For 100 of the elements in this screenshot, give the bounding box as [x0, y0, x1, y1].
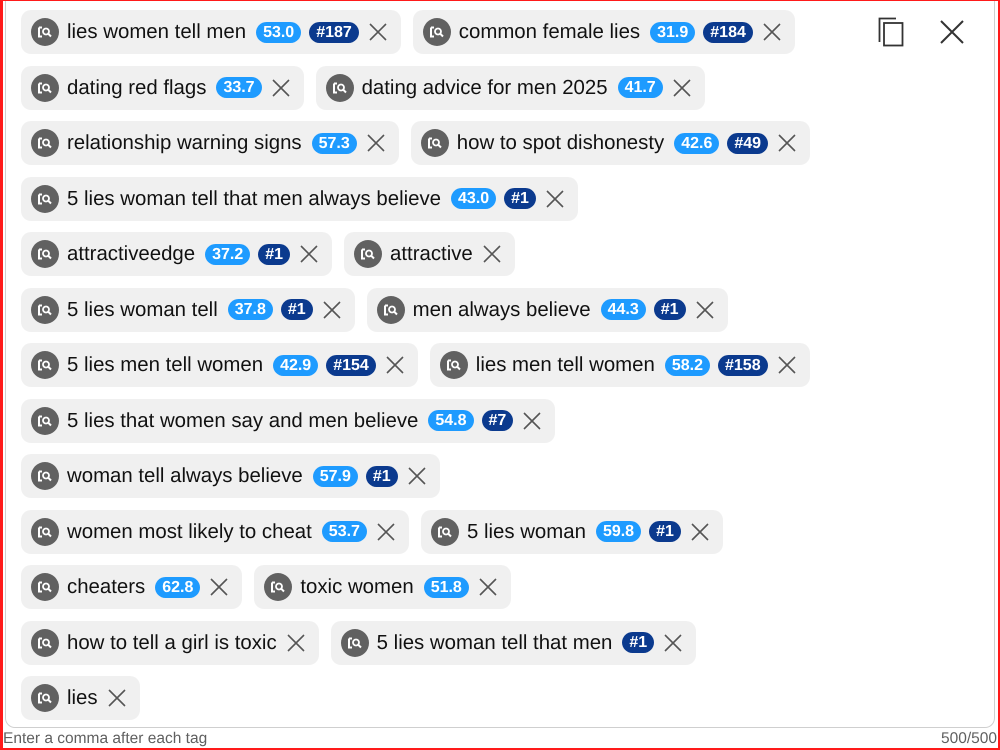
rank-badge: #1 — [366, 466, 398, 486]
score-badge: 54.8 — [428, 410, 474, 431]
rank-badge: #7 — [482, 410, 514, 431]
tag-label: 5 lies woman — [466, 520, 586, 544]
score-badge: 62.8 — [155, 576, 200, 598]
remove-icon[interactable] — [300, 245, 318, 263]
remove-icon[interactable] — [286, 634, 305, 652]
score-badge: 33.7 — [216, 77, 262, 98]
close-icon[interactable] — [940, 20, 964, 44]
score-badge: 58.2 — [664, 354, 710, 376]
rank-badge: #1 — [504, 188, 536, 209]
remove-icon[interactable] — [690, 522, 709, 540]
character-counter: 500/500 — [940, 730, 997, 748]
remove-icon[interactable] — [368, 23, 387, 41]
remove-icon[interactable] — [482, 245, 501, 263]
score-badge: 37.2 — [205, 244, 250, 264]
card-magnifier-icon — [31, 518, 59, 546]
tag-label: dating advice for men 2025 — [362, 76, 608, 100]
remove-icon[interactable] — [386, 356, 404, 374]
tag-label: lies women tell men — [67, 20, 246, 44]
card-magnifier-icon — [420, 129, 449, 157]
tag-label: dating red flags — [67, 76, 206, 100]
remove-icon[interactable] — [478, 578, 497, 596]
card-magnifier-icon — [31, 406, 59, 434]
score-badge: 59.8 — [596, 521, 642, 542]
score-badge: 31.9 — [650, 22, 696, 42]
remove-icon[interactable] — [778, 134, 796, 152]
score-badge: 51.8 — [424, 576, 469, 598]
rank-badge: #49 — [727, 132, 768, 154]
tag-label: attractive — [390, 242, 473, 266]
remove-icon[interactable] — [672, 78, 691, 96]
remove-icon[interactable] — [376, 522, 395, 540]
tag-label: cheaters — [67, 575, 146, 599]
remove-icon[interactable] — [664, 634, 682, 652]
rank-badge: #1 — [622, 632, 654, 653]
tag-label: attractiveedge — [67, 242, 196, 266]
score-badge: 53.7 — [322, 521, 367, 542]
score-badge: 43.0 — [451, 188, 496, 209]
tag-label: 5 lies woman tell — [67, 298, 218, 322]
tag-label: 5 lies men tell women — [67, 353, 264, 377]
card-magnifier-icon — [31, 462, 59, 490]
card-magnifier-icon — [326, 74, 354, 102]
card-magnifier-icon — [340, 628, 369, 656]
helper-text: Enter a comma after each tag — [3, 730, 208, 748]
score-badge: 37.8 — [228, 299, 273, 320]
tag-label: toxic women — [300, 575, 414, 599]
card-magnifier-icon — [440, 351, 468, 379]
tag-label: lies men tell women — [476, 353, 655, 377]
card-magnifier-icon — [31, 296, 59, 324]
tag-label: lies — [67, 686, 98, 710]
tag-label: woman tell always believe — [67, 464, 303, 488]
remove-icon[interactable] — [210, 578, 228, 596]
card-magnifier-icon — [354, 240, 382, 268]
card-magnifier-icon — [31, 129, 59, 157]
rank-badge: #184 — [703, 22, 753, 42]
card-magnifier-icon — [31, 74, 59, 102]
card-magnifier-icon — [264, 573, 292, 601]
remove-icon[interactable] — [272, 78, 290, 96]
remove-icon[interactable] — [696, 300, 714, 318]
rank-badge: #154 — [326, 354, 376, 376]
card-magnifier-icon — [31, 240, 59, 268]
tag-label: 5 lies woman tell that men — [376, 630, 612, 654]
score-badge: 41.7 — [618, 77, 663, 98]
score-badge: 53.0 — [256, 22, 302, 42]
remove-icon[interactable] — [546, 190, 564, 208]
card-magnifier-icon — [430, 518, 459, 546]
remove-icon[interactable] — [366, 134, 385, 152]
card-magnifier-icon — [31, 184, 59, 212]
rank-badge: #158 — [718, 354, 768, 376]
score-badge: 42.9 — [273, 354, 318, 376]
rank-badge: #1 — [654, 299, 686, 320]
rank-badge: #1 — [280, 299, 313, 320]
tag-label: 5 lies that women say and men believe — [67, 408, 418, 432]
rank-badge: #187 — [309, 22, 359, 42]
remove-icon[interactable] — [322, 300, 341, 318]
tag-label: how to tell a girl is toxic — [67, 630, 277, 654]
copy-icon[interactable] — [878, 17, 904, 47]
tag-label: how to spot dishonesty — [456, 131, 664, 155]
score-badge: 44.3 — [600, 299, 646, 320]
card-magnifier-icon — [31, 573, 59, 601]
tag-label: common female lies — [458, 20, 640, 44]
tag-label: 5 lies woman tell that men always believe — [67, 186, 442, 210]
remove-icon[interactable] — [762, 23, 781, 41]
card-magnifier-icon — [31, 351, 59, 379]
card-magnifier-icon — [31, 684, 59, 712]
card-magnifier-icon — [31, 18, 59, 46]
remove-icon[interactable] — [408, 467, 426, 485]
card-magnifier-icon — [376, 296, 405, 324]
remove-icon[interactable] — [523, 412, 542, 430]
remove-icon[interactable] — [108, 689, 126, 707]
card-magnifier-icon — [422, 18, 451, 46]
rank-badge: #1 — [258, 244, 290, 264]
tag-label: women most likely to cheat — [67, 520, 312, 544]
tag-label: men always believe — [412, 298, 591, 322]
rank-badge: #1 — [649, 521, 681, 542]
tag-label: relationship warning signs — [67, 131, 302, 155]
score-badge: 57.3 — [312, 132, 357, 154]
score-badge: 57.9 — [312, 466, 358, 486]
remove-icon[interactable] — [778, 356, 796, 374]
card-magnifier-icon — [31, 628, 59, 656]
